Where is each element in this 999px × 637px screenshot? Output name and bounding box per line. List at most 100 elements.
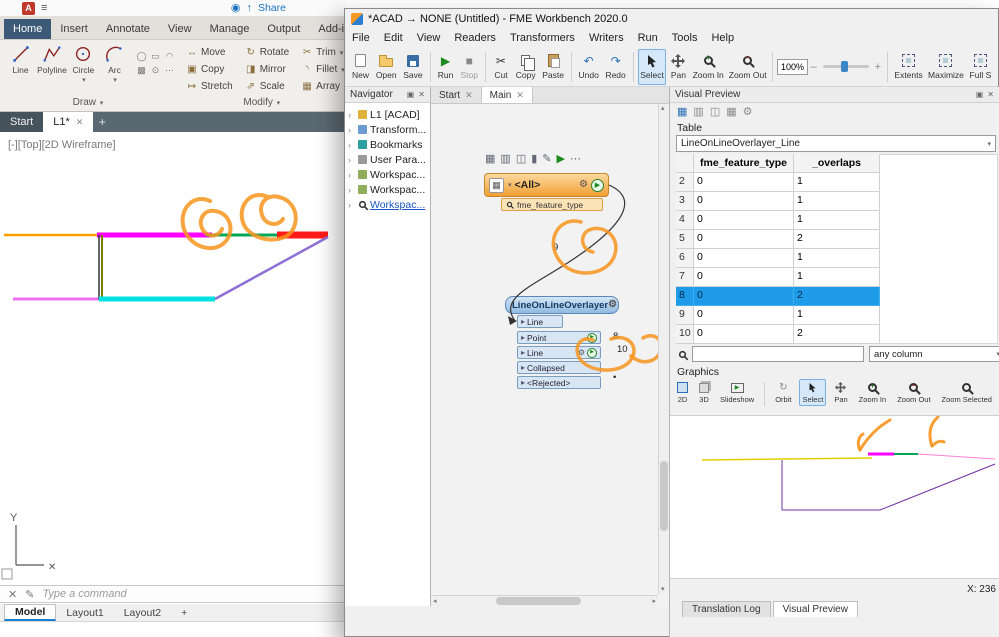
table-row[interactable]: 201: [676, 173, 880, 192]
new-layout-button[interactable]: +: [171, 604, 197, 621]
zoom-slider-thumb[interactable]: [840, 61, 848, 72]
canvas-tab-start[interactable]: Start ✕: [431, 87, 482, 103]
workspace-canvas[interactable]: ▦ ▥ ◫ ▮ ✎ ▶ ⋯ ▦ ▾ <All> ⚙ ▶ fme_feature_…: [431, 104, 669, 606]
graphics-viewport[interactable]: [670, 415, 999, 579]
ribbon-tab-addins[interactable]: Add-ins: [309, 19, 346, 39]
expand-icon[interactable]: ›: [348, 170, 355, 180]
ellipse-icon[interactable]: ◯: [135, 50, 148, 63]
more-tools-icon[interactable]: ⋯: [570, 152, 581, 165]
tool-polyline[interactable]: Polyline: [37, 44, 67, 84]
input-port-line[interactable]: ▸ Line: [517, 315, 563, 328]
zoom-decrease-button[interactable]: –: [809, 61, 819, 73]
expand-icon[interactable]: ›: [348, 140, 355, 150]
transformer-node[interactable]: LineOnLineOverlayer ⚙: [505, 296, 619, 314]
menu-edit[interactable]: Edit: [377, 32, 410, 44]
tool-array[interactable]: ▦Array▾: [301, 81, 346, 92]
select-tool-button[interactable]: Select: [637, 48, 667, 85]
add-annotation-icon[interactable]: ✎: [542, 152, 551, 165]
tool-rotate[interactable]: ↻ Rotate: [245, 47, 289, 58]
zoom-level-input[interactable]: 100%: [777, 58, 808, 75]
columns-icon[interactable]: ▦: [726, 105, 736, 118]
tool-mirror[interactable]: ◨ Mirror: [245, 64, 289, 75]
menu-tools[interactable]: Tools: [665, 32, 705, 44]
pan-tool-button[interactable]: Pan: [667, 49, 689, 85]
graphics-zoom-selected-button[interactable]: Zoom Selected: [939, 379, 995, 406]
output-port-line[interactable]: ▸ Line ⚙ ▶: [517, 346, 601, 359]
command-line[interactable]: ✕ ✎ Type a command: [0, 585, 346, 603]
title-bar[interactable]: *ACAD → NONE (Untitled) - FME Workbench …: [345, 9, 998, 29]
point-icon[interactable]: ⊙: [149, 64, 162, 77]
graphics-slideshow-button[interactable]: ▶ Slideshow: [717, 379, 757, 406]
new-button[interactable]: New: [349, 49, 372, 85]
arc-small-icon[interactable]: ◠: [163, 50, 176, 63]
signed-in-user-icon[interactable]: ◉: [231, 2, 241, 14]
expand-icon[interactable]: ›: [348, 200, 355, 210]
table-row[interactable]: 601: [676, 249, 880, 268]
reader-feature-type-node[interactable]: ▦ ▾ <All> ⚙ ▶: [484, 173, 609, 197]
full-screen-button[interactable]: Full S: [967, 49, 994, 85]
feature-type-attribute-tag[interactable]: fme_feature_type: [501, 198, 603, 211]
menu-file[interactable]: File: [345, 32, 377, 44]
hatch-icon[interactable]: ▩: [135, 64, 148, 77]
close-icon[interactable]: ✕: [76, 117, 84, 128]
scroll-down-icon[interactable]: ▾: [661, 586, 665, 593]
add-bookmark-icon[interactable]: ▮: [531, 152, 537, 165]
gear-icon[interactable]: ⚙: [578, 348, 585, 357]
scrollbar-thumb[interactable]: [496, 597, 581, 605]
graphics-zoom-in-button[interactable]: Zoom In: [856, 379, 890, 406]
doc-tab-start[interactable]: Start: [0, 112, 44, 132]
close-icon[interactable]: ✕: [465, 90, 473, 101]
canvas-vertical-scrollbar[interactable]: ▴ ▾: [658, 104, 669, 594]
tool-scale[interactable]: ⇗ Scale: [245, 81, 289, 92]
scroll-right-icon[interactable]: ▸: [652, 598, 656, 605]
navigator-item-user-parameters[interactable]: › User Para...: [345, 152, 430, 167]
menu-view[interactable]: View: [410, 32, 448, 44]
canvas-tab-main[interactable]: Main ✕: [481, 87, 533, 103]
ribbon-tab-output[interactable]: Output: [258, 19, 309, 39]
graphics-3d-button[interactable]: 3D: [696, 379, 712, 406]
zoom-extents-button[interactable]: Extents: [892, 49, 925, 85]
expand-icon[interactable]: ›: [348, 185, 355, 195]
graphics-2d-button[interactable]: 2D: [674, 379, 691, 406]
navigator-item-workspace-search[interactable]: › Workspac...: [345, 197, 430, 212]
output-port-point[interactable]: ▸ Point ▶: [517, 331, 601, 344]
output-port-collapsed[interactable]: ▸ Collapsed: [517, 361, 601, 374]
ribbon-tab-insert[interactable]: Insert: [51, 19, 97, 39]
graphics-select-button[interactable]: Select: [799, 379, 827, 406]
ribbon-tab-view[interactable]: View: [159, 19, 201, 39]
save-button[interactable]: Save: [400, 49, 425, 85]
zoom-in-button[interactable]: Zoom In: [690, 49, 726, 85]
cmd-customize-icon[interactable]: ✎: [25, 588, 34, 601]
tool-circle[interactable]: Circle ▾: [69, 44, 98, 84]
add-writer-icon[interactable]: ▥: [500, 152, 510, 165]
run-to-port-icon[interactable]: ▶: [587, 332, 597, 343]
autocad-app-icon[interactable]: A: [22, 1, 35, 15]
table-row[interactable]: 301: [676, 192, 880, 211]
graphics-pan-button[interactable]: Pan: [831, 379, 850, 406]
zoom-slider[interactable]: [822, 61, 869, 72]
column-header-overlaps[interactable]: _overlaps: [794, 154, 880, 173]
ribbon-tab-manage[interactable]: Manage: [201, 19, 259, 39]
table-row[interactable]: 502: [676, 230, 880, 249]
table-row[interactable]: 10 0 2: [676, 325, 880, 344]
canvas-horizontal-scrollbar[interactable]: ◂ ▸: [431, 595, 658, 606]
tab-visual-preview[interactable]: Visual Preview: [772, 601, 858, 617]
stop-button[interactable]: ■ Stop: [458, 49, 481, 85]
run-to-port-icon[interactable]: ▶: [587, 347, 597, 358]
cmd-close-icon[interactable]: ✕: [8, 588, 17, 601]
modify-panel-label[interactable]: Modify ▾: [176, 95, 346, 111]
split-view-icon[interactable]: ◫: [710, 105, 720, 118]
layout-tab-layout2[interactable]: Layout2: [114, 604, 171, 621]
tool-copy[interactable]: ▣ Copy: [186, 64, 233, 75]
scroll-up-icon[interactable]: ▴: [661, 105, 665, 112]
navigator-item-reader[interactable]: › L1 [ACAD]: [345, 107, 430, 122]
rectangle-icon[interactable]: ▭: [149, 50, 162, 63]
scrollbar-thumb[interactable]: [660, 461, 668, 531]
feature-type-dropdown[interactable]: LineOnLineOverlayer_Line ▾: [676, 135, 996, 152]
close-panel-icon[interactable]: ✕: [987, 90, 994, 99]
menu-run[interactable]: Run: [631, 32, 665, 44]
tool-trim[interactable]: ✂ Trim ▾: [301, 47, 346, 58]
table-row[interactable]: 901: [676, 306, 880, 325]
menu-transformers[interactable]: Transformers: [503, 32, 582, 44]
gear-icon[interactable]: ⚙: [579, 180, 588, 190]
